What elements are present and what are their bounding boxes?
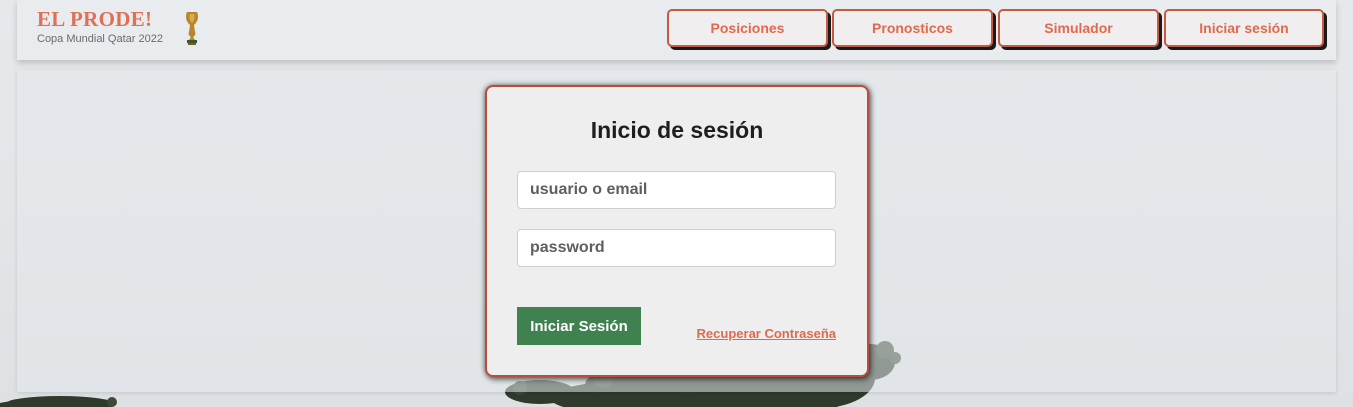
nav-posiciones-label: Posiciones — [710, 20, 785, 36]
brand-title: EL PRODE! — [37, 7, 153, 31]
nav-simulador-label: Simulador — [1044, 20, 1113, 36]
brand[interactable]: EL PRODE! Copa Mundial Qatar 2022 — [37, 8, 163, 45]
password-input[interactable] — [517, 229, 836, 267]
nav-posiciones-button[interactable]: Posiciones — [667, 9, 828, 47]
trophy-icon — [184, 10, 200, 51]
login-submit-button[interactable]: Iniciar Sesión — [517, 307, 641, 345]
nav-pronosticos-button[interactable]: Pronosticos — [832, 9, 993, 47]
login-card: Inicio de sesión Iniciar Sesión Recupera… — [485, 85, 869, 377]
brand-subtitle: Copa Mundial Qatar 2022 — [37, 33, 163, 45]
nav-iniciar-sesion-button[interactable]: Iniciar sesión — [1164, 9, 1324, 47]
login-title: Inicio de sesión — [590, 117, 764, 143]
nav-simulador-button[interactable]: Simulador — [998, 9, 1159, 47]
recover-password-link[interactable]: Recuperar Contraseña — [692, 326, 836, 341]
nav-iniciar-sesion-label: Iniciar sesión — [1199, 20, 1289, 36]
username-input[interactable] — [517, 171, 836, 209]
nav-pronosticos-label: Pronosticos — [872, 20, 953, 36]
